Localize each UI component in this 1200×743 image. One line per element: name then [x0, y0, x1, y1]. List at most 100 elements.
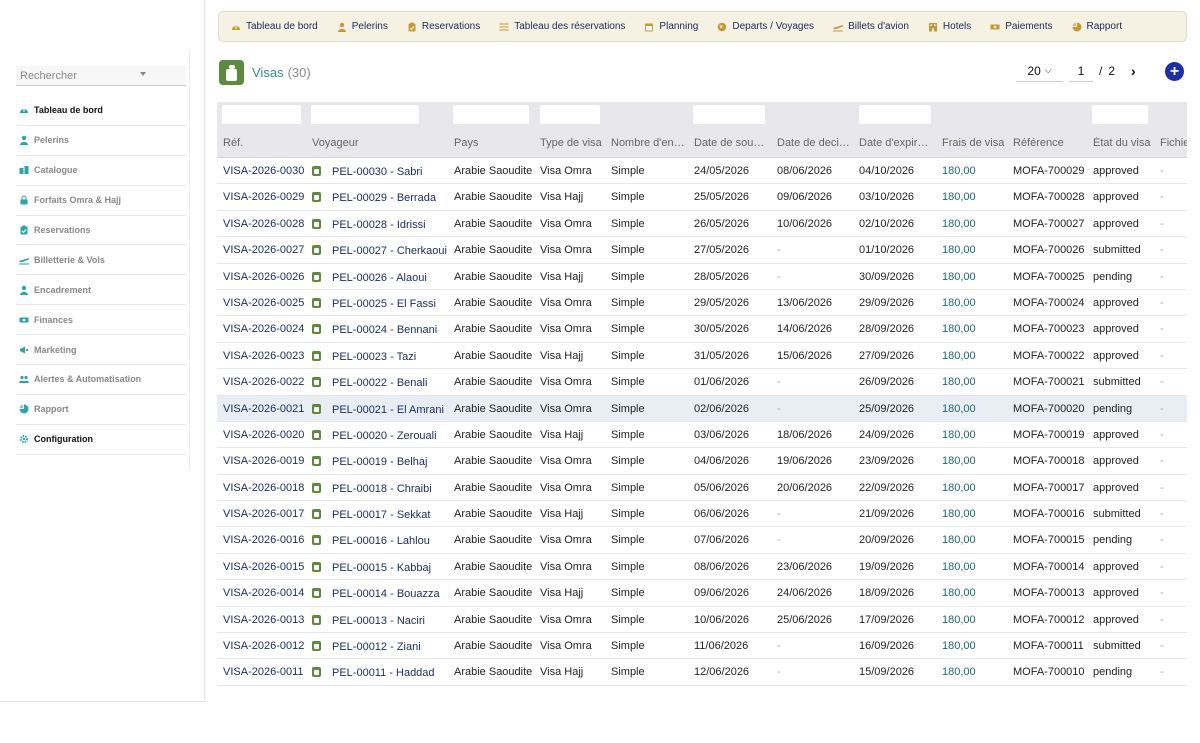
table-row[interactable]: VISA-2026-0019 PEL-00019 - Belhaj Arabie S…: [217, 448, 1187, 475]
nav-item-departs-voyages[interactable]: Departs / Voyages: [717, 21, 814, 32]
column-header-voyageur[interactable]: Voyageur: [312, 137, 447, 149]
cell-ref[interactable]: VISA-2026-0026: [223, 271, 307, 283]
table-row[interactable]: VISA-2026-0015 PEL-00015 - Kabbaj Arabie S…: [217, 553, 1187, 581]
table-row[interactable]: VISA-2026-0020 PEL-00020 - Zerouali Arabie…: [217, 421, 1187, 449]
voyageur-link[interactable]: PEL-00030 - Sabri: [332, 166, 423, 178]
sidebar-item-alertes-automatisation[interactable]: Alertes & Automatisation: [16, 365, 186, 395]
voyageur-link[interactable]: PEL-00024 - Bennani: [332, 324, 437, 336]
sidebar-item-finances[interactable]: Finances: [16, 305, 186, 336]
cell-ref[interactable]: VISA-2026-0027: [223, 244, 307, 256]
cell-voyageur[interactable]: PEL-00029 - Berrada: [312, 191, 447, 204]
column-header-date-expiration[interactable]: Date d'expir…: [859, 137, 935, 149]
cell-ref[interactable]: VISA-2026-0016: [223, 534, 307, 546]
column-filter-input[interactable]: [1092, 105, 1148, 124]
cell-ref[interactable]: VISA-2026-0021: [223, 403, 307, 415]
table-row[interactable]: VISA-2026-0028 PEL-00028 - Idrissi Arabie …: [217, 210, 1187, 238]
column-header-reference[interactable]: Référence: [1013, 137, 1085, 149]
cell-voyageur[interactable]: PEL-00019 - Belhaj: [312, 455, 447, 468]
voyageur-link[interactable]: PEL-00023 - Tazi: [332, 351, 416, 363]
cell-ref[interactable]: VISA-2026-0029: [223, 191, 307, 203]
voyageur-link[interactable]: PEL-00025 - El Fassi: [332, 298, 436, 310]
cell-voyageur[interactable]: PEL-00011 - Haddad: [312, 666, 447, 679]
voyageur-link[interactable]: PEL-00027 - Cherkaoui: [332, 245, 447, 257]
sidebar-item-marketing[interactable]: Marketing: [16, 335, 186, 366]
cell-ref[interactable]: VISA-2026-0030: [223, 165, 307, 177]
table-row[interactable]: VISA-2026-0023 PEL-00023 - Tazi Arabie Sao…: [217, 342, 1187, 370]
table-row[interactable]: VISA-2026-0029 PEL-00029 - Berrada Arabie …: [217, 184, 1187, 211]
cell-voyageur[interactable]: PEL-00017 - Sekkat: [312, 508, 447, 521]
table-row[interactable]: VISA-2026-0021 PEL-00021 - El Amrani Arabi…: [217, 395, 1187, 422]
nav-item-pelerins[interactable]: Pelerins: [337, 21, 388, 32]
cell-voyageur[interactable]: PEL-00026 - Alaoui: [312, 271, 447, 284]
cell-ref[interactable]: VISA-2026-0013: [223, 614, 307, 626]
add-visa-button[interactable]: +: [1165, 62, 1184, 81]
nav-item-tableau-des-r-servations[interactable]: Tableau des réservations: [499, 21, 625, 32]
cell-voyageur[interactable]: PEL-00027 - Cherkaoui: [312, 244, 447, 257]
cell-voyageur[interactable]: PEL-00023 - Tazi: [312, 350, 447, 363]
cell-voyageur[interactable]: PEL-00030 - Sabri: [312, 165, 447, 178]
column-header-date-decision[interactable]: Date de deci…: [777, 137, 853, 149]
cell-voyageur[interactable]: PEL-00022 - Benali: [312, 376, 447, 389]
column-filter-input[interactable]: [311, 105, 419, 124]
table-row[interactable]: VISA-2026-0027 PEL-00027 - Cherkaoui Arabi…: [217, 237, 1187, 264]
nav-item-billets-d-avion[interactable]: Billets d'avion: [833, 21, 909, 32]
sidebar-item-billetterie-vols[interactable]: Billetterie & Vols: [16, 245, 186, 276]
cell-voyageur[interactable]: PEL-00012 - Ziani: [312, 640, 447, 653]
cell-voyageur[interactable]: PEL-00014 - Bouazza: [312, 587, 447, 600]
cell-ref[interactable]: VISA-2026-0020: [223, 429, 307, 441]
cell-voyageur[interactable]: PEL-00013 - Naciri: [312, 614, 447, 627]
column-header-frais-visa[interactable]: Frais de visa: [942, 137, 1006, 149]
sidebar-item-pelerins[interactable]: Pelerins: [16, 126, 186, 156]
cell-voyageur[interactable]: PEL-00016 - Lahlou: [312, 534, 447, 547]
column-header-fichier[interactable]: Fichie: [1160, 137, 1187, 149]
per-page-select[interactable]: 20 ⌵: [1016, 61, 1063, 82]
column-header-etat-visa[interactable]: État du visa: [1093, 137, 1155, 149]
cell-ref[interactable]: VISA-2026-0028: [223, 218, 307, 230]
voyageur-link[interactable]: PEL-00015 - Kabbaj: [332, 562, 431, 574]
cell-voyageur[interactable]: PEL-00025 - El Fassi: [312, 297, 447, 310]
cell-ref[interactable]: VISA-2026-0019: [223, 455, 307, 467]
table-row[interactable]: VISA-2026-0030 PEL-00030 - Sabri Arabie Sa…: [217, 158, 1187, 185]
column-filter-input[interactable]: [222, 105, 301, 124]
voyageur-link[interactable]: PEL-00029 - Berrada: [332, 192, 436, 204]
cell-voyageur[interactable]: PEL-00021 - El Amrani: [312, 403, 447, 416]
voyageur-link[interactable]: PEL-00028 - Idrissi: [332, 219, 426, 231]
cell-voyageur[interactable]: PEL-00024 - Bennani: [312, 323, 447, 336]
cell-voyageur[interactable]: PEL-00028 - Idrissi: [312, 218, 447, 231]
column-filter-input[interactable]: [540, 105, 600, 124]
voyageur-link[interactable]: PEL-00011 - Haddad: [332, 667, 435, 679]
voyageur-link[interactable]: PEL-00020 - Zerouali: [332, 430, 437, 442]
cell-voyageur[interactable]: PEL-00018 - Chraibi: [312, 482, 447, 495]
cell-ref[interactable]: VISA-2026-0018: [223, 482, 307, 494]
cell-voyageur[interactable]: PEL-00015 - Kabbaj: [312, 561, 447, 574]
current-page-input[interactable]: 1: [1069, 61, 1093, 82]
voyageur-link[interactable]: PEL-00012 - Ziani: [332, 641, 421, 653]
column-filter-input[interactable]: [693, 105, 765, 124]
nav-item-tableau-de-bord[interactable]: Tableau de bord: [231, 21, 318, 32]
sidebar-item-encadrement[interactable]: Encadrement: [16, 275, 186, 306]
nav-item-planning[interactable]: Planning: [644, 21, 698, 32]
column-header-nombre-entrees[interactable]: Nombre d'en…: [611, 137, 685, 149]
column-header-date-soumission[interactable]: Date de sou…: [694, 137, 769, 149]
cell-ref[interactable]: VISA-2026-0025: [223, 297, 307, 309]
table-row[interactable]: VISA-2026-0022 PEL-00022 - Benali Arabie S…: [217, 369, 1187, 396]
voyageur-link[interactable]: PEL-00019 - Belhaj: [332, 456, 427, 468]
cell-ref[interactable]: VISA-2026-0012: [223, 640, 307, 652]
table-row[interactable]: VISA-2026-0016 PEL-00016 - Lahlou Arabie S…: [217, 527, 1187, 554]
table-row[interactable]: VISA-2026-0017 PEL-00017 - Sekkat Arabie S…: [217, 501, 1187, 528]
table-row[interactable]: VISA-2026-0026 PEL-00026 - Alaoui Arabie S…: [217, 263, 1187, 290]
nav-item-hotels[interactable]: Hotels: [928, 21, 971, 32]
table-row[interactable]: VISA-2026-0011 PEL-00011 - Haddad Arabie S…: [217, 659, 1187, 686]
cell-ref[interactable]: VISA-2026-0015: [223, 561, 307, 573]
cell-ref[interactable]: VISA-2026-0024: [223, 323, 307, 335]
sidebar-item-catalogue[interactable]: Catalogue: [16, 156, 186, 186]
voyageur-link[interactable]: PEL-00021 - El Amrani: [332, 404, 444, 416]
cell-ref[interactable]: VISA-2026-0014: [223, 587, 307, 599]
voyageur-link[interactable]: PEL-00014 - Bouazza: [332, 588, 440, 600]
table-row[interactable]: VISA-2026-0018 PEL-00018 - Chraibi Arabie …: [217, 474, 1187, 502]
chevron-down-icon[interactable]: [140, 72, 146, 76]
sidebar-item-configuration[interactable]: Configuration: [16, 425, 186, 455]
table-row[interactable]: VISA-2026-0024 PEL-00024 - Bennani Arabie …: [217, 316, 1187, 343]
column-header-ref[interactable]: Réf.: [223, 137, 307, 149]
cell-ref[interactable]: VISA-2026-0017: [223, 508, 307, 520]
